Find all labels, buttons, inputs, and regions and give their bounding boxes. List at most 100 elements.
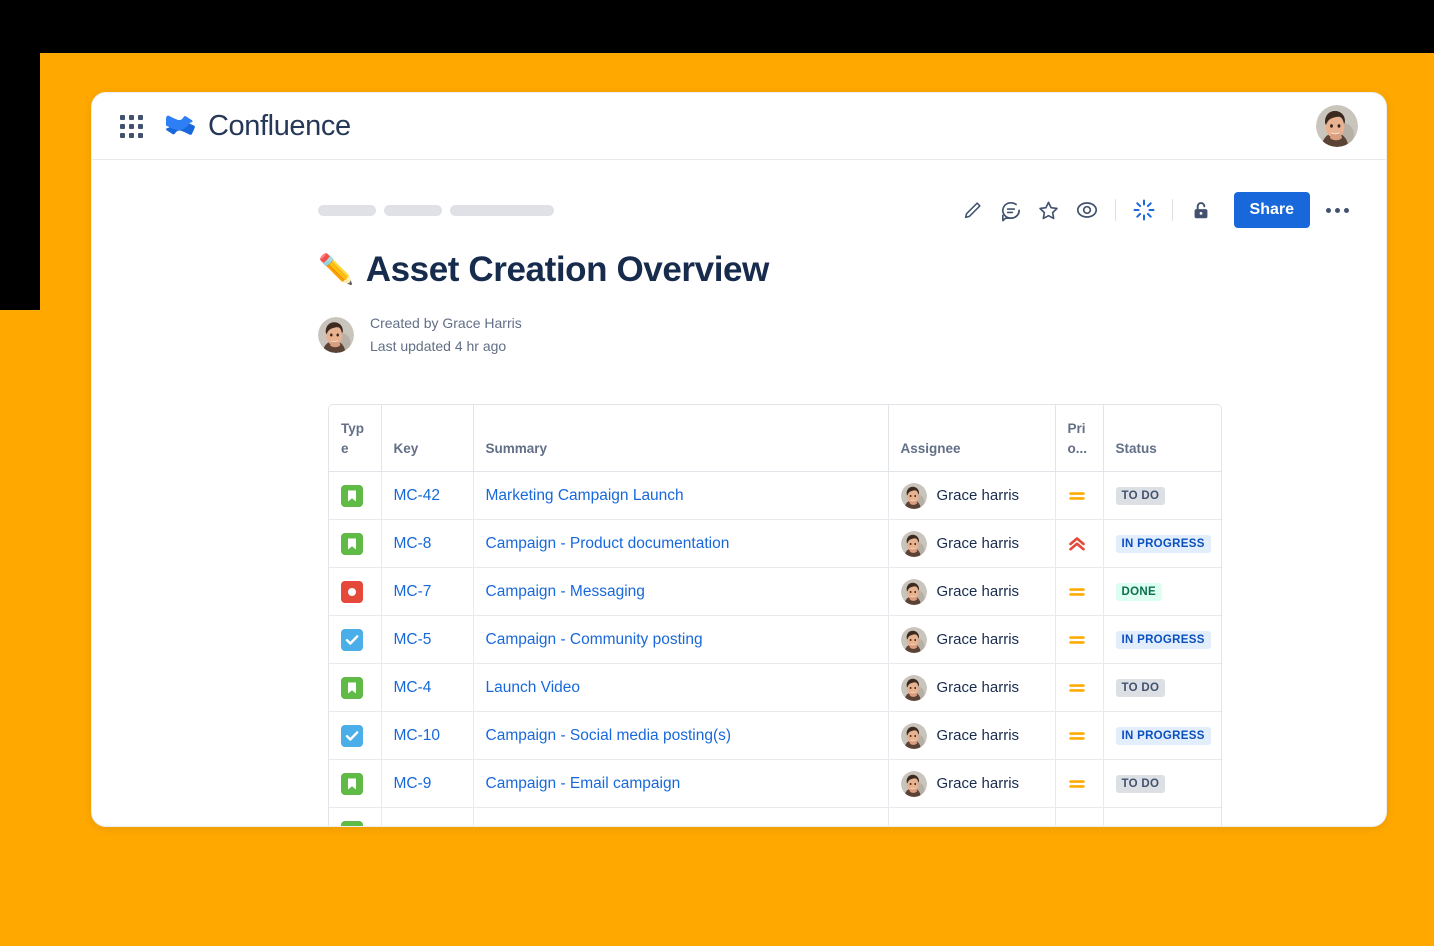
cell-summary [473,807,889,826]
grid-apps-icon[interactable] [118,113,144,139]
priority-medium-icon [1068,780,1085,788]
more-ellipsis-icon[interactable] [1318,193,1356,227]
share-button[interactable]: Share [1233,192,1310,228]
byline-text: Created by Grace Harris Last updated 4 h… [370,314,522,356]
issue-summary-link[interactable]: Campaign - Product documentation [486,535,730,552]
priority-medium-icon [1068,684,1085,692]
table-row[interactable]: MC-7 Campaign - Messaging Grace harris DONE [329,567,1221,617]
eye-icon[interactable] [1068,193,1106,227]
star-icon[interactable] [1030,193,1068,227]
page-title-text: Asset Creation Overview [365,250,770,289]
last-updated-label: Last updated 4 hr ago [370,337,507,354]
issue-key-link[interactable]: MC-9 [394,775,432,792]
cell-type [329,711,382,761]
assignee-avatar[interactable] [900,722,927,749]
cell-assignee: Grace harris [888,759,1056,809]
avatar-image [900,722,927,749]
assignee-avatar[interactable] [900,482,927,509]
issue-key-link[interactable]: MC-7 [394,583,432,600]
cell-status: TO DO [1103,759,1221,809]
status-badge: IN PROGRESS [1115,535,1211,554]
table-row[interactable]: MC-5 Campaign - Community posting Grace ha… [329,615,1221,665]
story-icon [341,676,363,699]
cell-summary: Marketing Campaign Launch [473,471,889,521]
assignee-name: Grace harris [936,631,1020,649]
story-icon [341,772,363,795]
status-badge: IN PROGRESS [1115,631,1211,650]
task-icon [341,724,363,747]
screenshot-stage: Confluence Share ✏️ Asset Creation Overv… [0,0,1434,946]
author-avatar[interactable] [318,316,354,353]
cell-key: MC-42 [381,471,474,521]
page-title: ✏️ Asset Creation Overview [318,250,1386,290]
issue-summary-link[interactable]: Campaign - Messaging [486,583,645,600]
cell-type [329,567,382,617]
user-avatar[interactable] [1316,105,1358,147]
priority-header-line1: Pri [1067,420,1086,436]
table-row[interactable] [329,807,1221,826]
cell-priority [1055,567,1104,617]
issue-key-link[interactable]: MC-42 [394,487,441,504]
assignee-avatar[interactable] [900,770,927,797]
status-badge: TO DO [1115,487,1166,506]
assignee-name: Grace harris [936,775,1020,793]
issue-key-link[interactable]: MC-8 [394,535,432,552]
pencil-icon[interactable] [954,193,992,227]
assignee-avatar[interactable] [900,626,927,653]
cell-type [329,807,382,826]
table-row[interactable]: MC-10 Campaign - Social media posting(s) G… [329,711,1221,761]
assignee-avatar[interactable] [900,530,927,557]
cell-summary: Campaign - Community posting [473,615,889,665]
issue-key-link[interactable]: MC-4 [394,679,432,696]
table-row[interactable]: MC-42 Marketing Campaign Launch Grace harr… [329,471,1221,521]
confluence-brand[interactable]: Confluence [166,110,351,143]
column-header-status[interactable]: Status [1103,404,1221,473]
story-icon [341,532,363,555]
assignee-avatar[interactable] [900,578,927,605]
status-badge: TO DO [1115,775,1166,794]
assignee-avatar[interactable] [900,674,927,701]
cell-type [329,663,382,713]
issue-summary-link[interactable]: Campaign - Social media posting(s) [486,727,732,744]
sparkle-icon[interactable] [1125,193,1163,227]
column-header-summary[interactable]: Summary [473,404,889,473]
comment-icon[interactable] [992,193,1030,227]
priority-medium-icon [1068,732,1085,740]
story-icon [341,484,363,507]
avatar-image [900,482,927,509]
column-header-priority[interactable]: Pri o... [1055,404,1104,473]
cell-status: TO DO [1103,663,1221,713]
page-toolbar-row: Share [92,160,1386,228]
cell-type [329,615,382,665]
issue-summary-link[interactable]: Campaign - Community posting [486,631,703,648]
issue-key-link[interactable]: MC-10 [394,727,441,744]
cell-priority [1055,471,1104,521]
jira-issues-table: Type Key Summary Assignee Pri o... Statu… [328,403,1222,826]
avatar-image [900,626,927,653]
cell-priority [1055,615,1104,665]
avatar-image [900,674,927,701]
issue-summary-link[interactable]: Campaign - Email campaign [486,775,681,792]
status-badge: IN PROGRESS [1115,727,1211,746]
cell-status [1103,808,1221,826]
column-header-type[interactable]: Type [329,404,382,473]
issue-key-link[interactable]: MC-5 [394,631,432,648]
column-header-key[interactable]: Key [381,404,474,473]
table-row[interactable]: MC-4 Launch Video Grace harris TO DO [329,663,1221,713]
issue-summary-link[interactable]: Launch Video [486,679,581,696]
cell-summary: Launch Video [473,663,889,713]
lock-icon[interactable] [1182,193,1220,227]
cell-assignee: Grace harris [888,615,1056,665]
cell-priority [1055,807,1104,826]
column-header-assignee[interactable]: Assignee [888,404,1056,473]
table-row[interactable]: MC-9 Campaign - Email campaign Grace harri… [329,759,1221,809]
issue-summary-link[interactable]: Marketing Campaign Launch [486,487,684,504]
cell-priority [1055,519,1104,569]
story-icon [341,821,363,826]
priority-medium-icon [1068,824,1086,826]
cell-assignee: Grace harris [888,471,1056,521]
table-row[interactable]: MC-8 Campaign - Product documentation Grac… [329,519,1221,569]
confluence-app-window: Confluence Share ✏️ Asset Creation Overv… [92,93,1386,826]
priority-highest-icon [1068,536,1085,551]
confluence-logo-icon [166,115,195,135]
